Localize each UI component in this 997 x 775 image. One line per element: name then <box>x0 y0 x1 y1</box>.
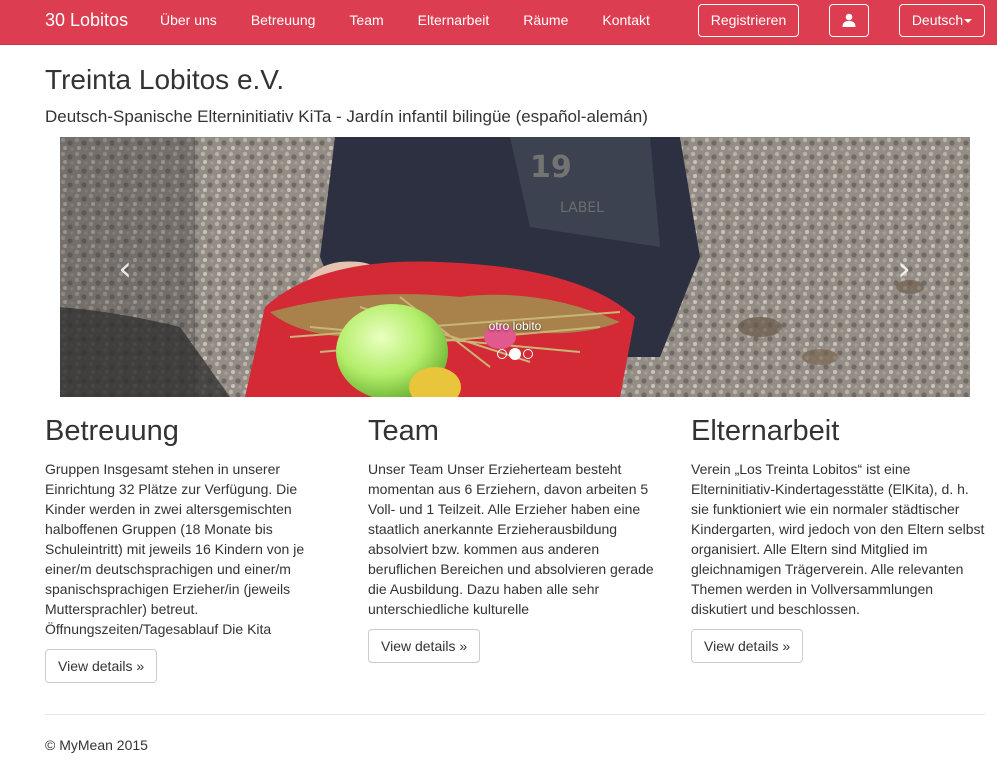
nav-item-raeume[interactable]: Räume <box>523 0 568 45</box>
carousel-caption: otro lobito <box>488 319 542 333</box>
section-heading: Betreuung <box>45 415 179 447</box>
svg-text:19: 19 <box>530 150 572 185</box>
top-navbar: 30 Lobitos Über uns Betreuung Team Elter… <box>0 0 997 45</box>
section-text: Gruppen Insgesamt stehen in unserer Einr… <box>45 461 305 637</box>
section-heading: Elternarbeit <box>691 415 840 447</box>
footer-divider <box>45 714 985 715</box>
language-label: Deutsch <box>911 12 964 28</box>
language-dropdown[interactable]: Deutsch <box>899 4 985 37</box>
nav-item-kontakt[interactable]: Kontakt <box>602 0 649 45</box>
svg-text:LABEL: LABEL <box>560 200 604 216</box>
nav-item-team[interactable]: Team <box>349 0 383 45</box>
section-betreuung: Betreuung Gruppen Insgesamt stehen in un… <box>45 415 340 683</box>
user-button[interactable] <box>829 4 869 37</box>
view-details-button[interactable]: View details » <box>691 629 804 663</box>
page-subtitle: Deutsch-Spanische Elterninitiativ KiTa -… <box>45 107 648 126</box>
chevron-right-icon: › <box>897 249 911 289</box>
view-details-button[interactable]: View details » <box>368 629 481 663</box>
carousel-indicators <box>497 348 533 360</box>
carousel-indicator-1[interactable] <box>497 349 507 359</box>
view-details-button[interactable]: View details » <box>45 649 158 683</box>
page-title: Treinta Lobitos e.V. <box>45 64 285 95</box>
user-icon <box>842 13 856 27</box>
nav-item-betreuung[interactable]: Betreuung <box>251 0 316 45</box>
register-button[interactable]: Registrieren <box>698 4 799 37</box>
brand-link[interactable]: 30 Lobitos <box>45 10 128 31</box>
section-text: Verein „Los Treinta Lobitos“ ist eine El… <box>691 461 985 617</box>
chevron-left-icon: ‹ <box>118 249 132 289</box>
section-heading: Team <box>368 415 439 447</box>
caret-down-icon <box>964 19 973 24</box>
footer-copyright: © MyMean 2015 <box>45 737 148 753</box>
carousel-prev-button[interactable]: ‹ <box>110 249 140 289</box>
section-text: Unser Team Unser Erzieherteam besteht mo… <box>368 461 654 617</box>
section-elternarbeit: Elternarbeit Verein „Los Treinta Lobitos… <box>691 415 986 663</box>
image-carousel: 19 LABEL ‹ › otro lobito <box>60 137 970 397</box>
section-team: Team Unser Team Unser Erzieherteam beste… <box>368 415 663 663</box>
nav-item-elternarbeit[interactable]: Elternarbeit <box>418 0 490 45</box>
carousel-indicator-2[interactable] <box>509 348 521 360</box>
carousel-indicator-3[interactable] <box>523 349 533 359</box>
nav-item-ueber-uns[interactable]: Über uns <box>160 0 217 45</box>
nav-menu: Über uns Betreuung Team Elternarbeit Räu… <box>160 0 684 45</box>
carousel-next-button[interactable]: › <box>889 249 919 289</box>
